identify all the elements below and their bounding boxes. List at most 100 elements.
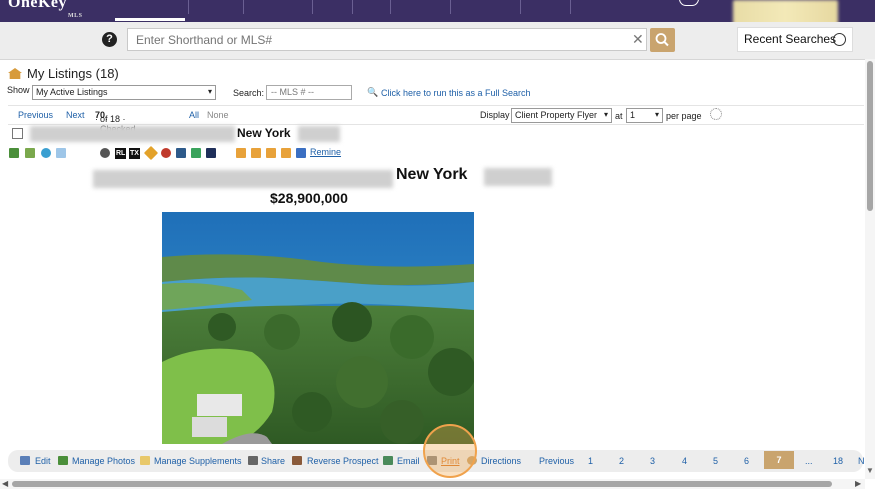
scroll-right-icon[interactable]: ▶ — [855, 479, 861, 488]
per-page-value: 1 — [630, 110, 636, 120]
show-select-value: My Active Listings — [36, 87, 108, 97]
manage-supplements-button[interactable]: Manage Supplements — [154, 456, 242, 466]
previous-link[interactable]: Previous — [18, 110, 53, 120]
scrollbar-thumb[interactable] — [867, 61, 873, 211]
nav-divider — [352, 0, 353, 14]
flyer-city: New York — [396, 166, 468, 183]
scrollbar-thumb[interactable] — [12, 481, 832, 487]
listing-price: $28,900,000 — [270, 190, 348, 206]
logo-subtext: MLS — [68, 13, 83, 19]
click-highlight — [423, 424, 477, 478]
nav-divider — [312, 0, 313, 14]
page-link[interactable]: 4 — [682, 456, 687, 466]
rl-icon[interactable]: RL — [115, 148, 127, 159]
leaf-icon[interactable] — [191, 148, 201, 158]
magnify-icon: 🔍 — [367, 87, 379, 97]
page-link[interactable]: 5 — [713, 456, 718, 466]
nav-divider — [450, 0, 451, 14]
onekey-logo[interactable]: OneKey MLS — [8, 0, 82, 19]
recent-searches-label: Recent Searches — [744, 32, 837, 46]
listing-city: New York — [237, 126, 291, 140]
bar-chart-icon[interactable] — [236, 148, 246, 158]
page-link[interactable]: 3 — [650, 456, 655, 466]
folder-icon — [140, 456, 150, 465]
camera-icon[interactable] — [206, 148, 216, 158]
email-button[interactable]: Email — [397, 456, 420, 466]
horizontal-scrollbar[interactable]: ◀ ▶ — [0, 479, 865, 489]
edit-button[interactable]: Edit — [35, 456, 51, 466]
result-counter: · 7 of 18 · Checked 0 · — [95, 110, 136, 134]
search-label: Search: — [233, 88, 265, 98]
full-search-link[interactable]: Click here to run this as a Full Search — [381, 88, 531, 98]
nav-divider — [570, 0, 571, 14]
bar-chart-icon[interactable] — [266, 148, 276, 158]
photos-icon — [58, 456, 68, 465]
recent-searches-button[interactable]: Recent Searches — [737, 27, 853, 52]
select-none-link[interactable]: None — [207, 110, 229, 120]
shorthand-search-input[interactable] — [127, 28, 647, 51]
results-pager: Previous Next · 7 of 18 · Checked 0 · Al… — [8, 105, 864, 134]
copy-icon[interactable] — [56, 148, 66, 158]
counter-prefix: · — [95, 114, 98, 124]
per-page-select[interactable]: 1 ▾ — [626, 108, 663, 123]
page-link[interactable]: 1 — [588, 456, 593, 466]
globe-icon[interactable] — [41, 148, 51, 158]
nav-divider — [243, 0, 244, 14]
scroll-left-icon[interactable]: ◀ — [2, 479, 8, 488]
nav-divider — [520, 0, 521, 14]
share-button[interactable]: Share — [261, 456, 285, 466]
bottom-previous-link[interactable]: Previous — [539, 456, 574, 466]
page-link-last[interactable]: 18 — [833, 456, 843, 466]
nav-divider — [390, 0, 391, 14]
settings-icon[interactable] — [100, 148, 110, 158]
gear-icon[interactable] — [710, 108, 722, 120]
search-button[interactable] — [650, 28, 675, 52]
show-select[interactable]: My Active Listings ▾ — [32, 85, 216, 100]
current-page: 7 — [764, 451, 794, 469]
person-icon — [292, 456, 302, 465]
help-icon[interactable]: ? — [102, 32, 117, 47]
page-link[interactable]: 2 — [619, 456, 624, 466]
history-icon — [833, 33, 846, 46]
photo-icon[interactable] — [9, 148, 19, 158]
next-link[interactable]: Next — [66, 110, 85, 120]
counter-separator: · — [105, 114, 109, 124]
reverse-prospect-button[interactable]: Reverse Prospect — [307, 456, 379, 466]
edit-icon — [20, 456, 30, 465]
display-select[interactable]: Client Property Flyer ▾ — [511, 108, 612, 123]
chevron-down-icon: ▾ — [603, 110, 608, 119]
bar-chart-icon[interactable] — [251, 148, 261, 158]
clear-icon[interactable]: ✕ — [632, 31, 644, 48]
remine-link[interactable]: Remine — [310, 147, 341, 157]
tag-icon[interactable] — [143, 145, 159, 161]
listing-checkbox[interactable] — [12, 128, 23, 139]
property-photo[interactable] — [162, 212, 474, 444]
nav-divider — [188, 0, 189, 14]
vertical-scrollbar[interactable]: ▼ — [865, 59, 875, 479]
remine-icon[interactable] — [296, 148, 306, 158]
mls-number-input[interactable]: -- MLS # -- — [266, 85, 352, 100]
redacted-flyer-zip — [484, 168, 552, 186]
email-icon — [383, 456, 393, 465]
bar-chart-icon[interactable] — [281, 148, 291, 158]
page-link[interactable]: 6 — [744, 456, 749, 466]
document-icon[interactable] — [176, 148, 186, 158]
select-all-link[interactable]: All — [189, 110, 199, 120]
active-nav-indicator — [115, 18, 185, 21]
chevron-down-icon: ▾ — [207, 87, 212, 96]
manage-photos-button[interactable]: Manage Photos — [72, 456, 135, 466]
map-icon[interactable] — [25, 148, 35, 158]
page-ellipsis: ... — [805, 456, 813, 466]
property-aerial-image — [162, 212, 474, 444]
tx-icon[interactable]: TX — [129, 148, 140, 159]
directions-button[interactable]: Directions — [481, 456, 521, 466]
pie-icon[interactable] — [161, 148, 171, 158]
page-title: My Listings (18) — [8, 66, 119, 81]
redacted-flyer-address — [93, 170, 393, 188]
display-select-value: Client Property Flyer — [515, 110, 598, 120]
redacted-address — [30, 126, 235, 142]
chevron-down-icon: ▾ — [654, 110, 659, 119]
bottom-next-link[interactable]: N — [858, 456, 865, 466]
scroll-down-icon[interactable]: ▼ — [866, 466, 874, 475]
logo-text: OneKey — [8, 0, 67, 11]
